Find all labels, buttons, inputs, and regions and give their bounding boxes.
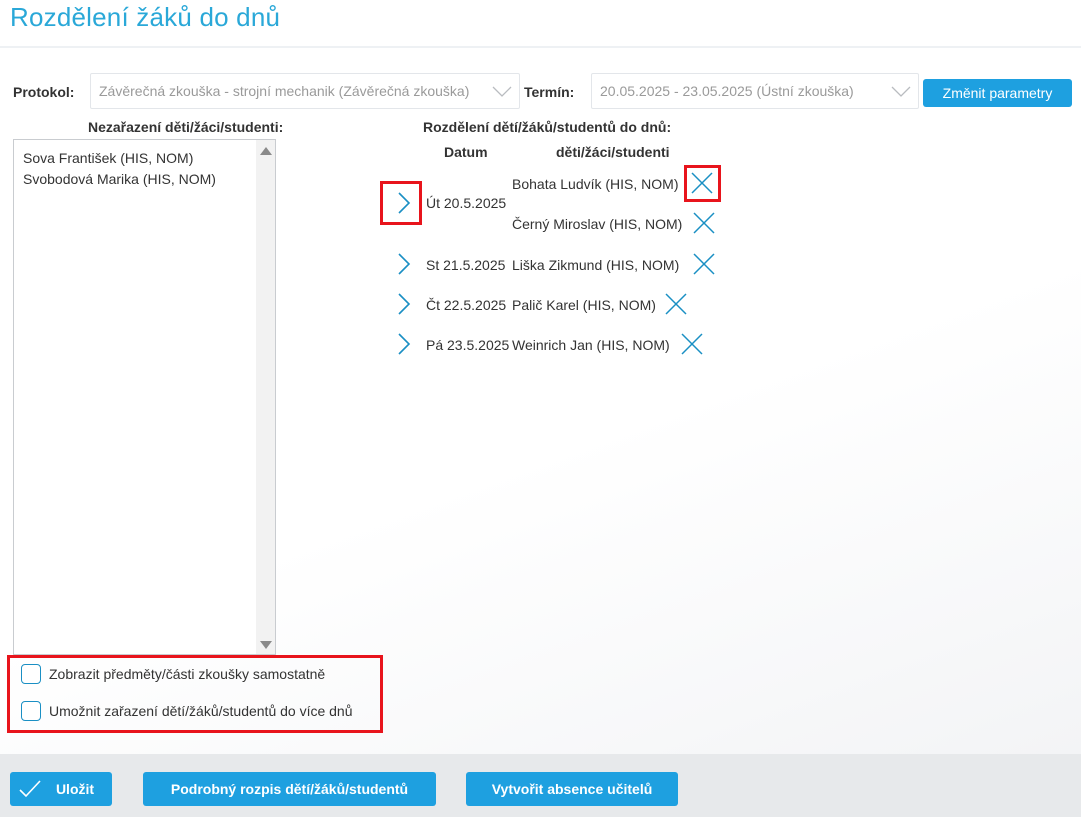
chevron-down-icon [891,86,911,97]
protocol-select-value: Závěrečná zkouška - strojní mechanik (Zá… [99,83,470,99]
protocol-label: Protokol: [13,84,75,100]
remove-icon[interactable] [692,252,716,276]
assigned-student: Palič Karel (HIS, NOM) [512,297,656,313]
term-select[interactable]: 20.05.2025 - 23.05.2025 (Ústní zkouška) [591,73,919,109]
scroll-up-icon[interactable] [260,147,272,155]
change-parameters-button[interactable]: Změnit parametry [923,79,1072,107]
unassigned-listbox[interactable]: Sova František (HIS, NOM) Svobodová Mari… [13,139,276,655]
save-button[interactable]: Uložit [10,772,112,806]
remove-icon[interactable] [680,332,704,356]
allow-multiple-days-option[interactable]: Umožnit zařazení dětí/žáků/studentů do v… [21,701,353,721]
term-label: Termín: [524,84,575,100]
save-label: Uložit [55,781,95,797]
remove-icon[interactable] [690,171,714,195]
chevron-down-icon [492,86,512,97]
list-item[interactable]: Svobodová Marika (HIS, NOM) [23,169,216,190]
assigned-student: Liška Zikmund (HIS, NOM) [512,257,680,273]
check-icon [19,780,41,798]
create-teacher-absence-button[interactable]: Vytvořit absence učitelů [466,772,678,806]
listbox-scrollbar[interactable] [256,140,275,654]
day-date: Pá 23.5.2025 [426,337,510,353]
assigned-student: Bohata Ludvík (HIS, NOM) [512,176,679,192]
chevron-right-icon[interactable] [394,191,414,215]
day-date: Čt 22.5.2025 [426,297,507,313]
assigned-student: Černý Miroslav (HIS, NOM) [512,216,683,232]
chevron-right-icon[interactable] [394,292,414,316]
show-subjects-checkbox[interactable] [21,664,41,684]
allow-multiple-days-label: Umožnit zařazení dětí/žáků/studentů do v… [49,703,353,719]
show-subjects-label: Zobrazit předměty/části zkoušky samostat… [49,666,326,682]
page-title: Rozdělení žáků do dnů [10,2,281,32]
chevron-right-icon[interactable] [394,332,414,356]
students-column-header: děti/žáci/studenti [556,144,670,160]
footer-bar: Uložit Podrobný rozpis dětí/žáků/student… [0,754,1081,817]
assigned-student: Weinrich Jan (HIS, NOM) [512,337,670,353]
remove-icon[interactable] [692,211,716,235]
term-select-value: 20.05.2025 - 23.05.2025 (Ústní zkouška) [600,83,854,99]
day-date: St 21.5.2025 [426,257,506,273]
list-item[interactable]: Sova František (HIS, NOM) [23,148,216,169]
day-date: Út 20.5.2025 [426,195,507,211]
date-column-header: Datum [444,144,488,160]
remove-icon[interactable] [664,292,688,316]
protocol-select[interactable]: Závěrečná zkouška - strojní mechanik (Zá… [90,73,520,109]
allow-multiple-days-checkbox[interactable] [21,701,41,721]
unassigned-heading: Nezařazení děti/žáci/studenti: [88,119,284,135]
detailed-schedule-button[interactable]: Podrobný rozpis dětí/žáků/studentů [143,772,436,806]
chevron-right-icon[interactable] [394,252,414,276]
show-subjects-option[interactable]: Zobrazit předměty/části zkoušky samostat… [21,664,325,684]
title-separator [0,46,1081,48]
scroll-down-icon[interactable] [260,641,272,649]
distribution-heading: Rozdělení dětí/žáků/studentů do dnů: [423,119,672,135]
